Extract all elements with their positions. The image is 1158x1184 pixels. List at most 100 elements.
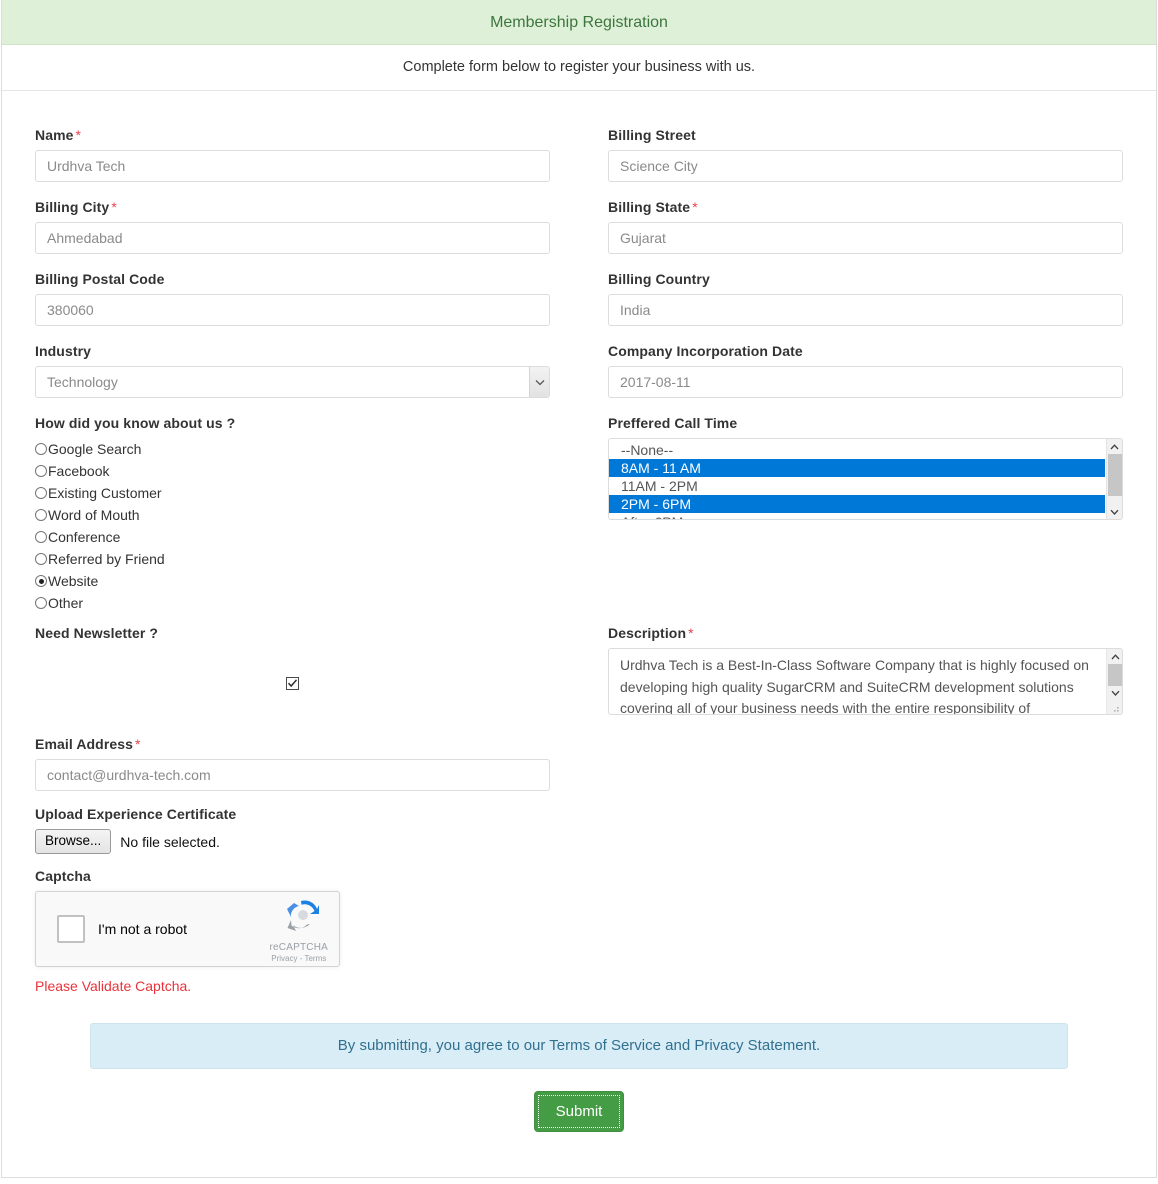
industry-label-text: Industry bbox=[35, 343, 92, 359]
recaptcha-brand-name: reCAPTCHA bbox=[269, 941, 328, 953]
required-marker: * bbox=[75, 127, 82, 143]
required-marker: * bbox=[688, 625, 694, 641]
form-row-7: Email Address * contact@urdhva-tech.com bbox=[35, 736, 1123, 791]
billing-city-label-text: Billing City bbox=[35, 199, 110, 215]
form-row-1: Name * Urdhva Tech Billing Street Science… bbox=[35, 127, 1123, 199]
billing-state-label: Billing State * bbox=[608, 199, 1123, 215]
listbox-option-11am-2pm[interactable]: 11AM - 2PM bbox=[609, 477, 1122, 495]
billing-street-input[interactable]: Science City bbox=[608, 150, 1123, 182]
incorporation-date-input[interactable]: 2017-08-11 bbox=[608, 366, 1123, 398]
radio-icon[interactable] bbox=[35, 509, 47, 521]
radio-icon-selected[interactable] bbox=[35, 575, 47, 587]
scroll-up-icon[interactable] bbox=[1107, 649, 1122, 664]
scrollbar-thumb[interactable] bbox=[1108, 454, 1122, 496]
radio-label: Existing Customer bbox=[48, 485, 162, 501]
recaptcha-terms-link[interactable]: Privacy - Terms bbox=[270, 954, 328, 963]
field-name: Name * Urdhva Tech bbox=[35, 127, 579, 199]
radio-icon[interactable] bbox=[35, 553, 47, 565]
radio-option-word-of-mouth[interactable]: Word of Mouth bbox=[35, 504, 550, 526]
form-row-5: How did you know about us ? Google Searc… bbox=[35, 415, 1123, 614]
radio-option-google-search[interactable]: Google Search bbox=[35, 438, 550, 460]
billing-street-label: Billing Street bbox=[608, 127, 1123, 143]
terms-banner: By submitting, you agree to our Terms of… bbox=[90, 1023, 1068, 1069]
billing-country-label-text: Billing Country bbox=[608, 271, 710, 287]
radio-label: Word of Mouth bbox=[48, 507, 140, 523]
incorporation-date-label-text: Company Incorporation Date bbox=[608, 343, 803, 359]
billing-street-label-text: Billing Street bbox=[608, 127, 696, 143]
billing-country-label: Billing Country bbox=[608, 271, 1123, 287]
radio-option-website[interactable]: Website bbox=[35, 570, 550, 592]
name-input[interactable]: Urdhva Tech bbox=[35, 150, 550, 182]
radio-option-other[interactable]: Other bbox=[35, 592, 550, 614]
required-marker: * bbox=[692, 199, 698, 215]
radio-label: Other bbox=[48, 595, 84, 611]
field-call-time: Preffered Call Time --None-- 8AM - 11 AM… bbox=[579, 415, 1123, 614]
email-input[interactable]: contact@urdhva-tech.com bbox=[35, 759, 550, 791]
scroll-down-icon[interactable] bbox=[1107, 504, 1123, 519]
recaptcha-checkbox[interactable] bbox=[57, 915, 85, 943]
field-email: Email Address * contact@urdhva-tech.com bbox=[35, 736, 579, 791]
radio-icon[interactable] bbox=[35, 597, 47, 609]
required-marker bbox=[91, 343, 93, 359]
form-row-2: Billing City * Ahmedabad Billing State * G… bbox=[35, 199, 1123, 271]
submit-area: Submit bbox=[35, 1069, 1123, 1177]
radio-icon[interactable] bbox=[35, 443, 47, 455]
field-newsletter: Need Newsletter ? bbox=[35, 625, 579, 715]
browse-button[interactable]: Browse... bbox=[35, 829, 112, 854]
scroll-up-icon[interactable] bbox=[1107, 439, 1123, 454]
listbox-option-8am-11am[interactable]: 8AM - 11 AM bbox=[609, 459, 1105, 477]
billing-city-label: Billing City * bbox=[35, 199, 550, 215]
captcha-error-message: Please Validate Captcha. bbox=[35, 978, 192, 994]
radio-option-conference[interactable]: Conference bbox=[35, 526, 550, 548]
industry-select-value[interactable]: Technology bbox=[35, 366, 550, 398]
scroll-down-icon[interactable] bbox=[1107, 685, 1122, 700]
field-billing-postal-code: Billing Postal Code 380060 bbox=[35, 271, 579, 343]
field-referral: How did you know about us ? Google Searc… bbox=[35, 415, 579, 614]
required-marker bbox=[710, 271, 712, 287]
description-label-text: Description bbox=[608, 625, 687, 641]
field-captcha: Captcha I'm not a robot reCAPTCHA Privac… bbox=[35, 868, 579, 994]
required-marker bbox=[803, 343, 805, 359]
listbox-option-after-6pm[interactable]: After 6PM bbox=[609, 513, 1122, 519]
file-input-row[interactable]: Browse... No file selected. bbox=[35, 829, 550, 854]
radio-icon[interactable] bbox=[35, 487, 47, 499]
file-status-text: No file selected. bbox=[120, 833, 220, 850]
call-time-listbox[interactable]: --None-- 8AM - 11 AM 11AM - 2PM 2PM - 6P… bbox=[608, 438, 1123, 520]
row-8-spacer bbox=[579, 806, 1123, 854]
radio-option-facebook[interactable]: Facebook bbox=[35, 460, 550, 482]
field-billing-city: Billing City * Ahmedabad bbox=[35, 199, 579, 271]
submit-button[interactable]: Submit bbox=[533, 1091, 625, 1132]
radio-option-existing-customer[interactable]: Existing Customer bbox=[35, 482, 550, 504]
radio-icon[interactable] bbox=[35, 531, 47, 543]
field-industry: Industry Technology bbox=[35, 343, 579, 415]
newsletter-checkbox[interactable] bbox=[286, 677, 299, 690]
radio-icon[interactable] bbox=[35, 465, 47, 477]
listbox-scrollbar[interactable] bbox=[1106, 439, 1122, 519]
required-marker bbox=[164, 271, 166, 287]
radio-label: Google Search bbox=[48, 441, 142, 457]
description-textarea[interactable]: Urdhva Tech is a Best-In-Class Software … bbox=[608, 648, 1123, 715]
listbox-option-none[interactable]: --None-- bbox=[609, 441, 1122, 459]
listbox-option-2pm-6pm[interactable]: 2PM - 6PM bbox=[609, 495, 1105, 513]
recaptcha-checkbox-label: I'm not a robot bbox=[98, 921, 188, 937]
description-textarea-value[interactable]: Urdhva Tech is a Best-In-Class Software … bbox=[609, 649, 1122, 714]
radio-option-referred-by-friend[interactable]: Referred by Friend bbox=[35, 548, 550, 570]
resize-grip-icon[interactable] bbox=[1109, 701, 1121, 713]
required-marker: * bbox=[111, 199, 117, 215]
recaptcha-widget[interactable]: I'm not a robot reCAPTCHA Privacy - Term… bbox=[35, 891, 340, 967]
scrollbar-thumb[interactable] bbox=[1108, 664, 1122, 686]
email-label-text: Email Address bbox=[35, 736, 134, 752]
billing-country-input[interactable]: India bbox=[608, 294, 1123, 326]
chevron-down-icon[interactable] bbox=[529, 367, 549, 397]
field-upload: Upload Experience Certificate Browse... … bbox=[35, 806, 579, 854]
radio-label: Website bbox=[48, 573, 99, 589]
industry-select[interactable]: Technology bbox=[35, 366, 550, 398]
radio-label: Referred by Friend bbox=[48, 551, 165, 567]
billing-postal-code-input[interactable]: 380060 bbox=[35, 294, 550, 326]
field-billing-street: Billing Street Science City bbox=[579, 127, 1123, 199]
billing-state-input[interactable]: Gujarat bbox=[608, 222, 1123, 254]
billing-state-label-text: Billing State bbox=[608, 199, 691, 215]
referral-label: How did you know about us ? bbox=[35, 415, 236, 431]
billing-city-input[interactable]: Ahmedabad bbox=[35, 222, 550, 254]
panel-subtitle: Complete form below to register your bus… bbox=[2, 45, 1156, 91]
